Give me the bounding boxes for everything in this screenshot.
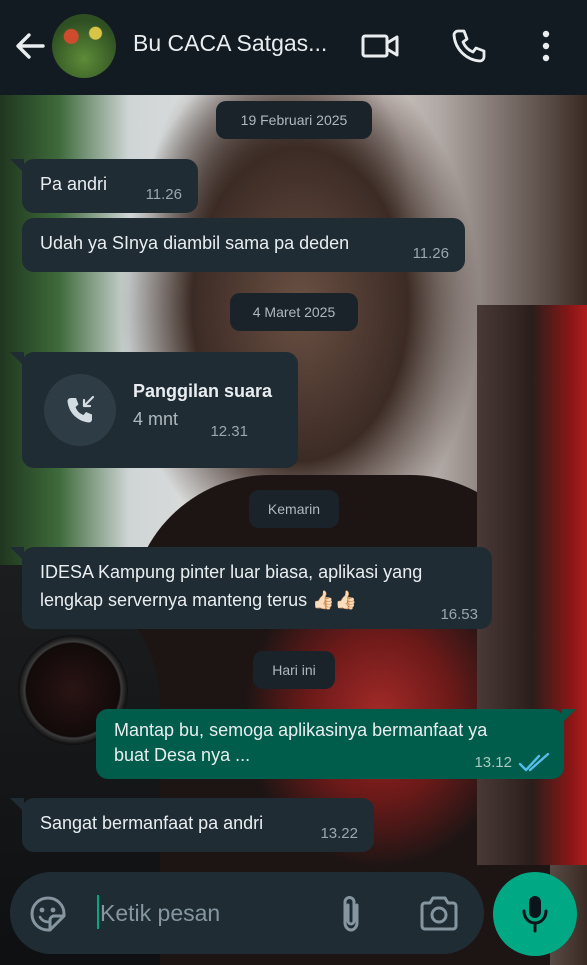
video-call-icon[interactable]: [360, 26, 400, 66]
message-time: 13.22: [320, 825, 358, 842]
chat-header: Bu CACA Satgas...: [0, 0, 587, 95]
message-text-line: buat Desa nya ...: [114, 745, 251, 765]
message-text-line: Mantap bu, semoga aplikasinya bermanfaat…: [114, 720, 488, 740]
message-text: Sangat bermanfaat pa andri: [40, 813, 264, 833]
message-bubble-outgoing[interactable]: Mantap bu, semoga aplikasinya bermanfaat…: [96, 709, 576, 779]
camera-icon[interactable]: [418, 895, 460, 933]
voice-call-bubble[interactable]: Panggilan suara 4 mnt 12.31: [10, 352, 298, 468]
contact-avatar[interactable]: [52, 14, 116, 78]
emoji-sticker-icon[interactable]: [28, 894, 68, 934]
message-time: 13.12: [474, 754, 512, 771]
message-time: 12.31: [210, 423, 248, 440]
message-time: 16.53: [440, 606, 478, 623]
mic-button[interactable]: [493, 872, 577, 956]
message-input[interactable]: Ketik pesan: [100, 900, 220, 927]
voice-call-icon[interactable]: [449, 26, 489, 66]
contact-name[interactable]: Bu CACA Satgas...: [133, 30, 327, 57]
message-text-line: lengkap servernya manteng terus 👍🏻👍🏻: [40, 590, 357, 610]
call-title: Panggilan suara: [133, 381, 273, 401]
attach-icon[interactable]: [336, 893, 366, 935]
wallpaper-car-door: [477, 305, 587, 865]
message-text: Udah ya SInya diambil sama pa deden: [40, 233, 350, 253]
more-options-icon[interactable]: [526, 26, 566, 66]
missed-call-arrow-icon: [67, 395, 95, 423]
call-duration: 4 mnt: [133, 409, 179, 429]
message-bubble-incoming[interactable]: Pa andri 11.26: [10, 159, 198, 213]
mic-icon: [522, 896, 548, 933]
date-chip: Hari ini: [253, 651, 335, 689]
message-composer[interactable]: Ketik pesan: [10, 872, 484, 954]
text-cursor: [97, 895, 99, 929]
date-chip: Kemarin: [249, 490, 339, 528]
message-bubble-incoming[interactable]: Udah ya SInya diambil sama pa deden 11.2…: [22, 218, 465, 272]
message-bubble-incoming[interactable]: IDESA Kampung pinter luar biasa, aplikas…: [10, 547, 492, 629]
message-text-line: IDESA Kampung pinter luar biasa, aplikas…: [40, 562, 423, 582]
message-text: Pa andri: [40, 174, 108, 194]
message-bubble-incoming[interactable]: Sangat bermanfaat pa andri 13.22: [10, 798, 374, 852]
date-chip: 19 Februari 2025: [216, 101, 372, 139]
read-ticks-icon: [518, 753, 550, 772]
date-chip: 4 Maret 2025: [230, 293, 358, 331]
call-icon-circle: [44, 374, 116, 446]
message-time: 11.26: [412, 245, 449, 262]
message-time: 11.26: [145, 186, 182, 203]
back-arrow-icon[interactable]: [10, 24, 50, 68]
